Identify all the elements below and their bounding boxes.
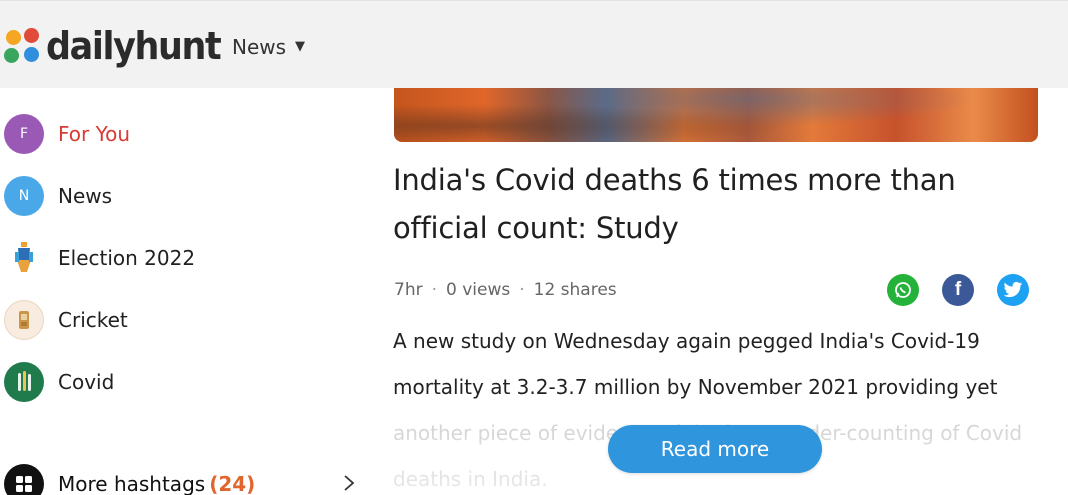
- top-header: dailyhunt News ▼: [0, 0, 1068, 88]
- read-more-button[interactable]: Read more: [608, 425, 822, 473]
- article-headline[interactable]: India's Covid deaths 6 times more than o…: [393, 156, 1043, 252]
- chevron-right-icon: [344, 475, 355, 491]
- sidebar-item-cricket[interactable]: Cricket: [4, 299, 128, 341]
- facebook-share-button[interactable]: f: [942, 274, 974, 306]
- logo-text: dailyhunt: [46, 24, 222, 68]
- grid-icon: [4, 464, 44, 495]
- meta-separator: ·: [431, 280, 437, 300]
- for-you-avatar: F: [4, 114, 44, 154]
- sidebar-item-label: Covid: [58, 370, 115, 394]
- logo-dots-icon: [4, 26, 44, 66]
- whatsapp-share-button[interactable]: [887, 274, 919, 306]
- sidebar-item-label: For You: [58, 122, 131, 146]
- twitter-share-button[interactable]: [997, 274, 1029, 306]
- election-icon: [4, 238, 44, 278]
- whatsapp-icon: [895, 282, 911, 298]
- article-meta: 7hr · 0 views · 12 shares: [394, 280, 617, 300]
- article-shares: 12 shares: [533, 280, 617, 300]
- covid-icon: [4, 362, 44, 402]
- cricket-icon: [4, 300, 44, 340]
- dailyhunt-logo[interactable]: dailyhunt: [4, 21, 236, 71]
- article-views: 0 views: [446, 280, 511, 300]
- article-hero-image[interactable]: [394, 88, 1038, 142]
- sidebar-item-news[interactable]: N News: [4, 175, 112, 217]
- twitter-icon: [1003, 281, 1023, 298]
- caret-down-icon: ▼: [295, 38, 306, 54]
- sidebar: F For You N News Election 2022 Cricket C…: [0, 88, 370, 495]
- news-avatar: N: [4, 176, 44, 216]
- sidebar-item-election-2022[interactable]: Election 2022: [4, 237, 195, 279]
- news-dropdown-label: News: [232, 35, 287, 59]
- article-time: 7hr: [394, 280, 423, 300]
- meta-separator: ·: [519, 280, 525, 300]
- more-hashtags-label: More hashtags: [58, 472, 206, 495]
- more-hashtags-link[interactable]: More hashtags (24): [4, 464, 356, 495]
- hashtag-count-badge: (24): [209, 472, 256, 495]
- sidebar-item-label: Election 2022: [58, 246, 196, 270]
- sidebar-item-for-you[interactable]: F For You: [4, 113, 130, 155]
- sidebar-item-label: Cricket: [58, 308, 128, 332]
- facebook-icon: f: [954, 279, 962, 300]
- sidebar-item-label: News: [58, 184, 113, 208]
- news-dropdown[interactable]: News ▼: [232, 35, 305, 59]
- sidebar-item-covid[interactable]: Covid: [4, 361, 114, 403]
